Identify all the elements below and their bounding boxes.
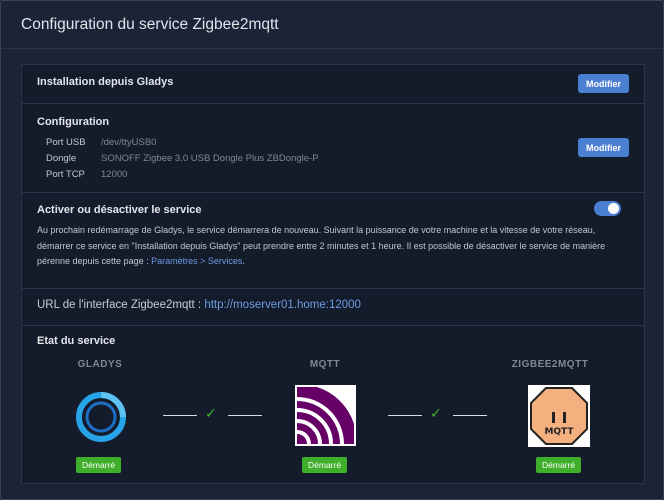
interface-url-line: URL de l'interface Zigbee2mqtt : http://…: [37, 299, 361, 311]
service-name-gladys: GLADYS: [77, 359, 123, 370]
service-config-panel: Configuration du service Zigbee2mqtt Ins…: [0, 0, 664, 500]
mqtt-logo-icon: [295, 385, 356, 446]
connector-line: [163, 415, 197, 416]
connector-line: [453, 415, 487, 416]
status-badge-mqtt: Démarré: [302, 457, 348, 473]
toggle-knob: [608, 203, 619, 214]
activation-title: Activer ou désactiver le service: [37, 204, 202, 216]
port-tcp-label: Port TCP: [46, 169, 85, 180]
check-icon: ✓: [430, 405, 442, 421]
activation-description-text: Au prochain redémarrage de Gladys, le se…: [37, 225, 606, 266]
configuration-title: Configuration: [37, 116, 110, 128]
activation-description-end: .: [242, 256, 245, 266]
installation-section: Installation depuis Gladys Modifier: [22, 65, 644, 104]
connector-line: [228, 415, 262, 416]
service-enable-toggle[interactable]: [594, 201, 621, 216]
installation-title: Installation depuis Gladys: [37, 76, 174, 88]
services-settings-link[interactable]: Paramètres > Services: [151, 256, 242, 266]
page-title: Configuration du service Zigbee2mqtt: [21, 15, 279, 33]
port-tcp-value: 12000: [101, 169, 128, 180]
interface-url-label: URL de l'interface Zigbee2mqtt :: [37, 299, 205, 311]
configuration-section: Configuration Port USB /dev/ttyUSB0 Dong…: [22, 104, 644, 193]
status-badge-gladys: Démarré: [76, 457, 122, 473]
dongle-label: Dongle: [46, 153, 77, 164]
zigbee-logo-text: MQTT: [544, 427, 574, 437]
modify-installation-button[interactable]: Modifier: [578, 74, 629, 93]
status-badge-zigbee2mqtt: Démarré: [536, 457, 582, 473]
status-title: Etat du service: [37, 335, 116, 347]
check-icon: ✓: [205, 405, 217, 421]
panel-header: Configuration du service Zigbee2mqtt: [1, 1, 663, 49]
connector-line: [388, 415, 422, 416]
activation-description: Au prochain redémarrage de Gladys, le se…: [37, 223, 627, 270]
dongle-value: SONOFF Zigbee 3.0 USB Dongle Plus ZBDong…: [101, 153, 319, 164]
service-name-zigbee2mqtt: ZIGBEE2MQTT: [511, 359, 589, 370]
port-usb-value: /dev/ttyUSB0: [101, 137, 157, 148]
config-card: Installation depuis Gladys Modifier Conf…: [21, 64, 645, 484]
zigbee2mqtt-logo-icon: MQTT: [528, 385, 590, 447]
gladys-logo-icon: [76, 392, 126, 442]
interface-url-link[interactable]: http://moserver01.home:12000: [204, 299, 361, 311]
port-usb-label: Port USB: [46, 137, 86, 148]
modify-configuration-button[interactable]: Modifier: [578, 138, 629, 157]
service-name-mqtt: MQTT: [309, 359, 341, 370]
